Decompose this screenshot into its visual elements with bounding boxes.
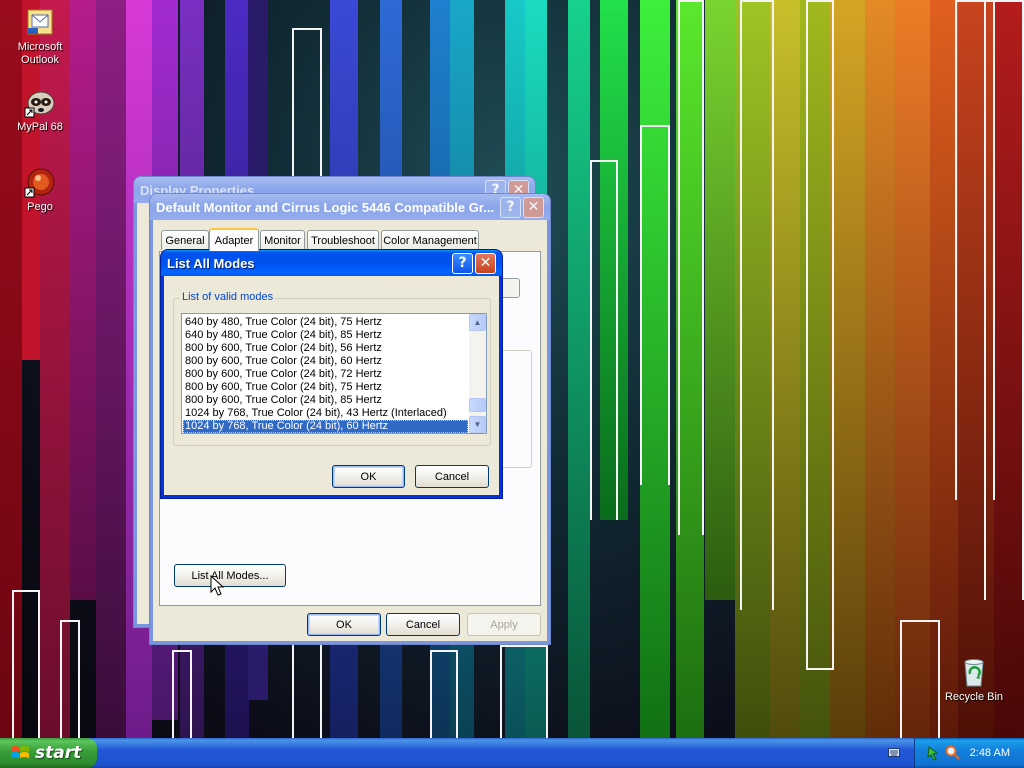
button-label: Apply	[490, 618, 518, 631]
help-button[interactable]: ?	[500, 196, 521, 218]
mypal-icon	[24, 86, 56, 118]
dialog-body: List of valid modes 640 by 480, True Col…	[164, 276, 499, 495]
tab-monitor[interactable]: Monitor	[260, 230, 305, 250]
help-icon: ?	[506, 199, 515, 215]
pego-icon	[24, 166, 56, 198]
start-label: start	[35, 743, 82, 763]
ok-button[interactable]: OK	[307, 613, 381, 636]
list-item[interactable]: 1024 by 768, True Color (24 bit), 43 Her…	[183, 407, 468, 420]
tab-label: Troubleshoot	[311, 234, 375, 247]
tab-general[interactable]: General	[161, 230, 209, 250]
cancel-button[interactable]: Cancel	[386, 613, 460, 636]
desktop-icon-outlook[interactable]: Microsoft Outlook	[2, 6, 78, 67]
windows-logo-icon	[10, 744, 30, 762]
desktop-icon-label: Recycle Bin	[944, 691, 1004, 703]
tab-troubleshoot[interactable]: Troubleshoot	[307, 230, 379, 250]
search-icon[interactable]	[945, 745, 961, 764]
desktop-icon-mypal[interactable]: MyPal 68	[2, 86, 78, 134]
ok-button[interactable]: OK	[332, 465, 405, 488]
desktop-icon-label: Pego	[27, 201, 53, 213]
valid-modes-group: List of valid modes 640 by 480, True Col…	[173, 291, 491, 446]
tab-label: Monitor	[264, 234, 301, 247]
list-item[interactable]: 800 by 600, True Color (24 bit), 72 Hert…	[183, 368, 468, 381]
tab-adapter[interactable]: Adapter	[209, 228, 259, 251]
modes-listbox[interactable]: 640 by 480, True Color (24 bit), 75 Hert…	[181, 313, 487, 434]
keyboard-icon[interactable]	[888, 747, 900, 758]
apply-button[interactable]: Apply	[467, 613, 541, 636]
button-label: OK	[360, 470, 377, 483]
tab-label: Adapter	[214, 234, 254, 247]
properties-button-fragment	[500, 278, 520, 298]
start-button[interactable]: start	[0, 738, 97, 768]
button-label: OK	[336, 618, 352, 631]
list-all-modes-dialog: List All Modes ? ✕ List of valid modes 6…	[160, 249, 503, 499]
system-tray: 2:48 AM	[914, 738, 1024, 768]
chevron-up-icon: ▲	[473, 318, 482, 327]
scroll-thumb[interactable]	[469, 398, 486, 412]
chevron-down-icon: ▼	[473, 420, 482, 429]
button-label: Cancel	[405, 618, 441, 631]
mouse-cursor-icon	[210, 575, 224, 596]
adapter-properties-titlebar[interactable]: Default Monitor and Cirrus Logic 5446 Co…	[150, 194, 550, 220]
close-icon: ✕	[479, 255, 492, 271]
list-item[interactable]: 800 by 600, True Color (24 bit), 56 Hert…	[183, 342, 468, 355]
list-item[interactable]: 800 by 600, True Color (24 bit), 60 Hert…	[183, 355, 468, 368]
desktop-icon-pego[interactable]: Pego	[2, 166, 78, 214]
list-all-modes-button[interactable]: List All Modes...	[174, 564, 286, 587]
taskbar: start 2:48 AM	[0, 738, 1024, 768]
window-title: Default Monitor and Cirrus Logic 5446 Co…	[156, 199, 495, 215]
cancel-button[interactable]: Cancel	[415, 465, 489, 488]
modes-list: 640 by 480, True Color (24 bit), 75 Hert…	[183, 316, 468, 433]
tab-color-management[interactable]: Color Management	[381, 230, 479, 250]
outlook-icon	[24, 6, 56, 38]
help-button[interactable]: ?	[452, 252, 473, 274]
list-item-selected[interactable]: 1024 by 768, True Color (24 bit), 60 Her…	[183, 420, 468, 433]
desktop-icon-label: Microsoft	[17, 41, 63, 53]
dialog-title: List All Modes	[167, 255, 255, 271]
clock[interactable]: 2:48 AM	[970, 747, 1010, 759]
desktop-icon-label: MyPal 68	[17, 121, 63, 133]
close-icon: ✕	[527, 199, 540, 215]
close-button[interactable]: ✕	[523, 196, 544, 218]
tab-label: Color Management	[383, 234, 477, 247]
recycle-bin-icon	[958, 656, 990, 688]
list-item[interactable]: 640 by 480, True Color (24 bit), 85 Hert…	[183, 329, 468, 342]
tab-label: General	[165, 234, 205, 247]
button-label: Cancel	[434, 470, 470, 483]
list-item[interactable]: 800 by 600, True Color (24 bit), 85 Hert…	[183, 394, 468, 407]
list-item[interactable]: 640 by 480, True Color (24 bit), 75 Hert…	[183, 316, 468, 329]
group-label: List of valid modes	[180, 291, 276, 303]
close-button[interactable]: ✕	[475, 252, 496, 274]
network-icon[interactable]	[927, 745, 941, 764]
desktop-icon-label: Outlook	[21, 54, 59, 66]
list-all-modes-titlebar[interactable]: List All Modes ? ✕	[161, 250, 502, 276]
scroll-up-button[interactable]: ▲	[469, 314, 486, 331]
vertical-scrollbar[interactable]: ▲ ▼	[469, 314, 486, 433]
list-item[interactable]: 800 by 600, True Color (24 bit), 75 Hert…	[183, 381, 468, 394]
help-icon: ?	[458, 255, 467, 271]
button-label: List All Modes...	[191, 569, 269, 582]
scroll-down-button[interactable]: ▼	[469, 416, 486, 433]
desktop-icon-recycle-bin[interactable]: Recycle Bin	[936, 656, 1012, 704]
